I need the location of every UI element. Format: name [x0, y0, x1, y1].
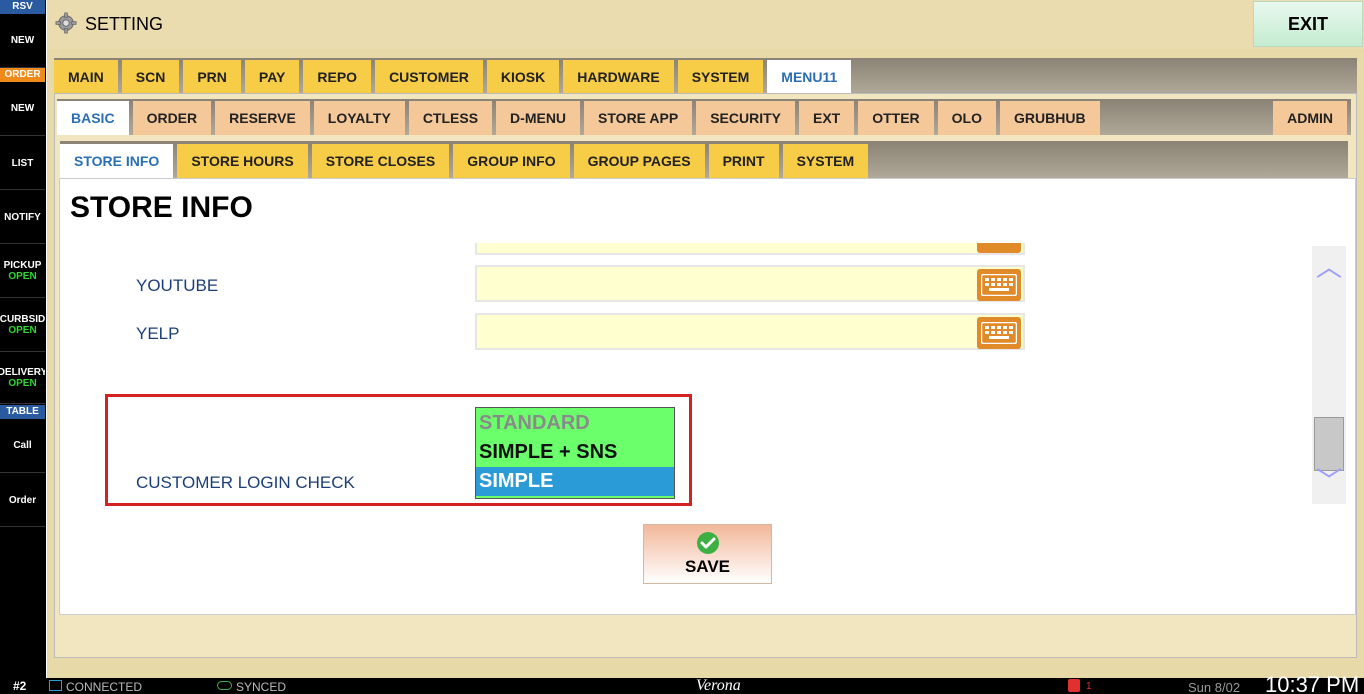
exit-button[interactable]: EXIT [1253, 1, 1363, 47]
section-tab-print[interactable]: PRINT [708, 144, 779, 178]
tab-menu11[interactable]: MENU11 [767, 60, 852, 93]
keyboard-icon[interactable] [977, 269, 1021, 301]
tab-admin[interactable]: ADMIN [1273, 101, 1347, 135]
order-new-button[interactable]: NEW [0, 82, 45, 136]
vertical-scrollbar[interactable]: ︿ ﹀ [1312, 246, 1346, 504]
notify-button[interactable]: NOTIFY [0, 191, 45, 244]
subtab-loyalty[interactable]: LOYALTY [313, 101, 405, 135]
save-label: SAVE [684, 557, 731, 576]
tab-main[interactable]: MAIN [54, 60, 118, 93]
left-sidebar: RSV NEW ORDER NEW LIST NOTIFY PICKUP OPEN… [0, 0, 46, 694]
section-tab-group-info[interactable]: GROUP INFO [453, 144, 570, 178]
scroll-down-icon[interactable]: ﹀ [1312, 468, 1346, 494]
notify-label: NOTIFY [4, 211, 41, 223]
pickup-status: OPEN [8, 271, 37, 282]
tab-customer[interactable]: CUSTOMER [375, 60, 483, 93]
checkmark-icon [696, 532, 719, 554]
pickup-label: PICKUP [3, 260, 42, 271]
curbside-button[interactable]: CURBSID OPEN [0, 299, 45, 352]
tab-repo[interactable]: REPO [303, 60, 372, 93]
login-option-simple-sns[interactable]: SIMPLE + SNS [476, 438, 674, 467]
table-call-button[interactable]: Call [0, 419, 45, 473]
main-tab-bar: MAIN SCN PRN PAY REPO CUSTOMER KIOSK HARDWARE SY… [54, 58, 1357, 93]
keyboard-glyph [981, 322, 1017, 344]
call-label: Call [13, 440, 32, 451]
subtab-order[interactable]: ORDER [132, 101, 212, 135]
tab-prn[interactable]: PRN [183, 60, 241, 93]
section-tab-store-info[interactable]: STORE INFO [60, 144, 174, 178]
delivery-status: OPEN [8, 378, 37, 389]
section-tab-group-pages[interactable]: GROUP PAGES [573, 144, 705, 178]
customer-login-check-label: CUSTOMER LOGIN CHECK [136, 473, 355, 492]
section-heading: STORE INFO [70, 191, 253, 224]
delivery-label: DELIVERY [0, 367, 45, 378]
subtab-store-app[interactable]: STORE APP [584, 101, 693, 135]
order-section-label: ORDER [0, 68, 45, 82]
subtab-ctless[interactable]: CTLESS [408, 101, 493, 135]
subtab-ext[interactable]: EXT [798, 101, 855, 135]
status-time: 10:37 PM [1265, 672, 1360, 694]
tab-kiosk[interactable]: KIOSK [486, 60, 560, 93]
tab-hardware[interactable]: HARDWARE [563, 60, 674, 93]
main-area: SETTING EXIT MAIN SCN PRN PAY REPO CUSTOMER KI… [46, 0, 1364, 678]
save-button[interactable]: SAVE [643, 524, 772, 584]
pickup-button[interactable]: PICKUP OPEN [0, 245, 45, 298]
table-section-label: TABLE [0, 405, 45, 419]
store-name: Verona [696, 677, 741, 694]
printer-count: 1 [1086, 681, 1092, 692]
keyboard-icon[interactable] [977, 317, 1021, 349]
subtab-grubhub[interactable]: GRUBHUB [1000, 101, 1100, 135]
sub-tab-bar: BASIC ORDER RESERVE LOYALTY CTLESS D-MENU STOR… [57, 99, 1351, 135]
cloud-sync-icon [217, 681, 232, 690]
partial-input-field[interactable] [475, 243, 1025, 255]
keyboard-glyph [981, 274, 1017, 296]
section-tab-system[interactable]: SYSTEM [782, 144, 869, 178]
section-tab-store-closes[interactable]: STORE CLOSES [311, 144, 450, 178]
list-label: LIST [11, 157, 34, 169]
tab-pay[interactable]: PAY [244, 60, 300, 93]
status-bar: #2 CONNECTED SYNCED Verona 1 Sun 8/02 10… [0, 672, 1364, 694]
subtab-otter[interactable]: OTTER [858, 101, 934, 135]
content-panel: STORE INFO YOUTUBE YELP CUSTOMER LOGIN C… [59, 178, 1356, 615]
subtab-reserve[interactable]: RESERVE [215, 101, 310, 135]
section-tab-bar: STORE INFO STORE HOURS STORE CLOSES GROUP I… [60, 141, 1348, 178]
curbside-label: CURBSID [0, 314, 46, 325]
connection-icon [49, 680, 62, 691]
subtab-security[interactable]: SECURITY [696, 101, 795, 135]
printer-icon[interactable] [1068, 679, 1080, 692]
section-tab-store-hours[interactable]: STORE HOURS [177, 144, 308, 178]
order-list-button[interactable]: LIST [0, 137, 45, 190]
gear-icon [55, 12, 77, 34]
subtab-d-menu[interactable]: D-MENU [496, 101, 581, 135]
rsv-new-label: NEW [10, 35, 35, 46]
youtube-input[interactable] [475, 265, 1025, 302]
delivery-button[interactable]: DELIVERY OPEN [0, 353, 45, 404]
tab-system[interactable]: SYSTEM [677, 60, 764, 93]
table-order-button[interactable]: Order [0, 474, 45, 527]
sync-status: SYNCED [236, 680, 287, 694]
curbside-status: OPEN [8, 325, 37, 336]
customer-login-check-listbox[interactable]: STANDARD SIMPLE + SNS SIMPLE [475, 407, 675, 499]
scroll-up-icon[interactable]: ︿ [1312, 254, 1346, 280]
subtab-basic[interactable]: BASIC [57, 101, 129, 135]
order-new-label: NEW [10, 103, 35, 114]
table-order-label: Order [8, 494, 37, 506]
login-option-standard[interactable]: STANDARD [476, 409, 674, 438]
rsv-section-label: RSV [0, 0, 45, 14]
tab-scn[interactable]: SCN [121, 60, 180, 93]
subtab-olo[interactable]: OLO [937, 101, 997, 135]
title-bar: SETTING EXIT [47, 0, 1364, 49]
page-title: SETTING [85, 14, 164, 34]
status-date: Sun 8/02 [1188, 680, 1241, 694]
connection-status: CONNECTED [66, 680, 143, 694]
scroll-thumb[interactable] [1314, 417, 1344, 471]
station-number: #2 [13, 679, 27, 693]
yelp-label: YELP [136, 324, 180, 343]
youtube-label: YOUTUBE [136, 276, 219, 295]
keyboard-icon[interactable] [977, 243, 1021, 253]
login-option-simple[interactable]: SIMPLE [476, 467, 674, 496]
yelp-input[interactable] [475, 313, 1025, 350]
rsv-new-button[interactable]: NEW [0, 14, 45, 68]
